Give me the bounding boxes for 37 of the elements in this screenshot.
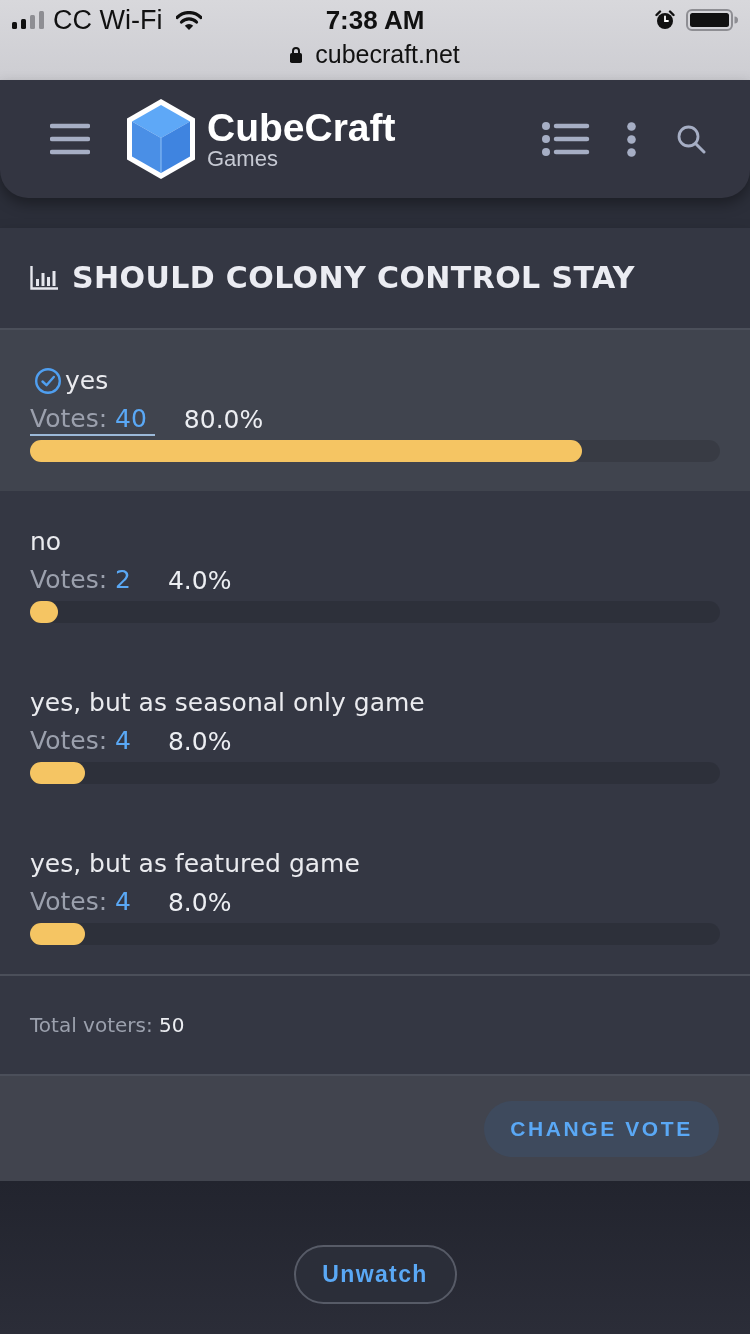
votes-link[interactable]: Votes: 4	[30, 887, 139, 919]
cube-logo-icon[interactable]	[125, 97, 197, 181]
carrier-name: CC Wi-Fi	[53, 6, 163, 34]
vote-percentage: 8.0%	[167, 888, 232, 918]
votes-link[interactable]: Votes: 4	[30, 726, 139, 758]
option-label: yes	[65, 366, 109, 396]
vote-percentage: 8.0%	[167, 727, 232, 757]
unwatch-button[interactable]: Unwatch	[293, 1245, 457, 1304]
option-label: yes, but as seasonal only game	[30, 688, 425, 718]
alarm-clock-icon	[655, 10, 675, 30]
menu-icon[interactable]	[50, 123, 90, 155]
url-text[interactable]: cubecraft.net	[315, 41, 460, 67]
lock-icon	[290, 45, 303, 63]
poll-option[interactable]: yes, but as featured game Votes: 4 8.0%	[0, 813, 750, 974]
list-icon[interactable]	[542, 122, 590, 156]
logo-subtitle[interactable]: Games	[207, 147, 396, 171]
signal-icon	[12, 11, 44, 29]
more-options-icon[interactable]	[627, 121, 636, 157]
logo-title[interactable]: CubeCraft	[207, 109, 396, 147]
vote-percentage: 80.0%	[183, 405, 264, 435]
bar-chart-icon	[30, 266, 58, 290]
option-label: yes, but as featured game	[30, 849, 360, 879]
poll-option[interactable]: yes, but as seasonal only game Votes: 4 8.0%	[0, 652, 750, 813]
check-circle-icon	[35, 368, 61, 394]
battery-icon	[686, 9, 738, 31]
option-label: no	[30, 527, 62, 557]
poll-title: SHOULD COLONY CONTROL STAY	[72, 263, 635, 293]
votes-link[interactable]: Votes: 2	[30, 565, 139, 597]
clock-time: 7:38 AM	[325, 7, 425, 33]
total-voters: Total voters: 50	[30, 1013, 185, 1037]
vote-percentage: 4.0%	[167, 566, 232, 596]
search-icon[interactable]	[677, 124, 706, 154]
votes-link[interactable]: Votes: 40	[30, 404, 155, 436]
poll-option[interactable]: yes Votes: 40 80.0%	[0, 330, 750, 491]
wifi-icon	[176, 10, 203, 30]
poll-option[interactable]: no Votes: 2 4.0%	[0, 491, 750, 652]
change-vote-button[interactable]: CHANGE VOTE	[484, 1100, 719, 1157]
